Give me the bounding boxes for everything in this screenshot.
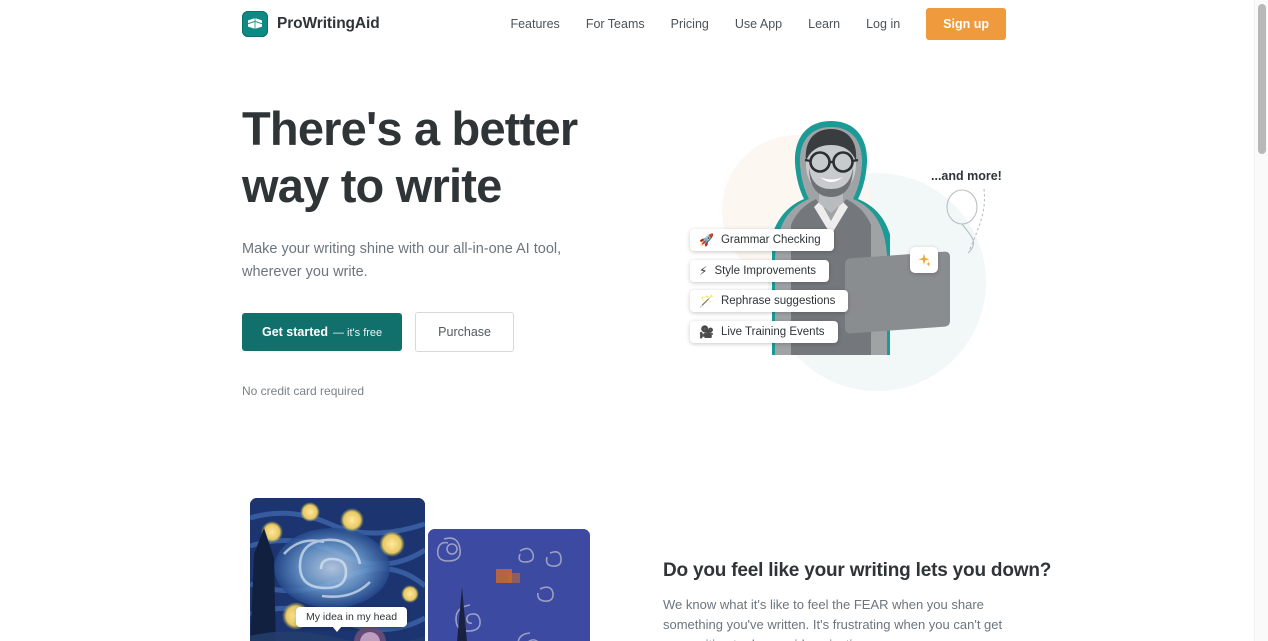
lightning-icon: ⚡ [699,264,708,278]
purchase-button[interactable]: Purchase [415,312,514,352]
nav-item-pricing[interactable]: Pricing [658,17,722,31]
brand-name: ProWritingAid [277,15,380,32]
feature-pill-rephrase-suggestions: 🪄 Rephrase suggestions [690,290,849,312]
feature-pill-label: Grammar Checking [720,234,821,246]
sketch-version-panel [428,529,590,641]
feature-pill-label: Live Training Events [720,326,825,338]
feature-pill-label: Rephrase suggestions [720,295,836,307]
scrollbar-thumb[interactable] [1258,4,1266,154]
starry-night-illustration: My idea in my head [250,498,590,641]
nav-item-features[interactable]: Features [497,17,572,31]
feature-pill-live-training-events: 🎥 Live Training Events [690,321,838,343]
site-header: ProWritingAid Features For Teams Pricing… [0,0,1254,48]
hero-title-line-1: There's a better [242,102,578,155]
section-paragraph: We know what it's like to feel the FEAR … [663,597,1003,641]
video-camera-icon: 🎥 [699,325,714,339]
hero-illustration: 🚀 Grammar Checking ⚡ Style Improvements … [660,95,1030,395]
no-credit-card-note: No credit card required [242,384,365,398]
main-navigation: Features For Teams Pricing Use App Learn… [497,0,1006,48]
magic-wand-icon: 🪄 [699,294,714,308]
get-started-button[interactable]: Get started — it's free [242,313,403,351]
nav-item-log-in[interactable]: Log in [853,17,913,31]
hero-text-block: There's a better way to write Make your … [242,100,642,398]
rocket-icon: 🚀 [699,233,714,247]
lower-text-block: Do you feel like your writing lets you d… [663,560,1052,641]
section-heading: Do you feel like your writing lets you d… [663,560,1052,581]
vertical-scrollbar[interactable] [1254,0,1268,641]
feature-pill-label: Style Improvements [714,265,817,277]
book-logo-icon [242,11,268,37]
nav-item-for-teams[interactable]: For Teams [573,17,658,31]
page-title: There's a better way to write [242,100,642,214]
feature-pill-style-improvements: ⚡ Style Improvements [690,260,830,282]
get-started-label: Get started [262,325,328,339]
idea-caption-label: My idea in my head [296,607,408,632]
hero-title-line-2: way to write [242,159,502,212]
sparkle-icon [910,247,938,273]
hero-cta-row: Get started — it's free Purchase [242,312,642,352]
sign-up-button[interactable]: Sign up [926,8,1006,40]
and-more-label: ...and more! [928,168,1005,184]
page-root: ProWritingAid Features For Teams Pricing… [0,0,1268,641]
brand-logo-link[interactable]: ProWritingAid [242,11,380,37]
hero-subtitle: Make your writing shine with our all-in-… [242,241,562,280]
nav-item-learn[interactable]: Learn [795,17,853,31]
nav-item-use-app[interactable]: Use App [722,17,795,31]
balloon-icon [940,187,1000,267]
get-started-free-suffix: — it's free [333,327,383,339]
feature-pill-grammar-checking: 🚀 Grammar Checking [690,229,834,251]
